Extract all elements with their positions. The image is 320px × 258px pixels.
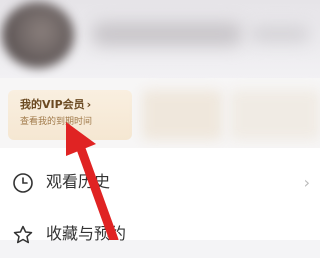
chevron-right-icon: › [303, 173, 310, 192]
blurred-card[interactable] [142, 90, 222, 140]
clock-icon [13, 173, 33, 193]
username-blurred [92, 22, 242, 46]
menu-item-label: 观看历史 [46, 172, 111, 191]
vip-card-subtitle: 查看我的到期时间 [20, 117, 93, 127]
profile-header[interactable] [0, 0, 320, 78]
vip-membership-card[interactable]: 我的VIP会员 › 查看我的到期时间 [8, 90, 132, 140]
menu-item-watch-history[interactable]: 观看历史 › [0, 162, 320, 206]
avatar[interactable] [2, 2, 74, 68]
blurred-card[interactable] [230, 90, 320, 140]
menu-list: 观看历史 › 收藏与预约 [0, 148, 320, 244]
member-cards-row: 我的VIP会员 › 查看我的到期时间 [0, 78, 320, 148]
vip-card-title: 我的VIP会员 › [20, 98, 92, 111]
menu-item-favorites[interactable]: 收藏与预约 [0, 214, 320, 258]
star-icon [13, 225, 33, 244]
chevron-right-icon: › [86, 98, 92, 111]
menu-item-label: 收藏与预约 [46, 224, 127, 243]
user-info-blurred [250, 26, 310, 42]
